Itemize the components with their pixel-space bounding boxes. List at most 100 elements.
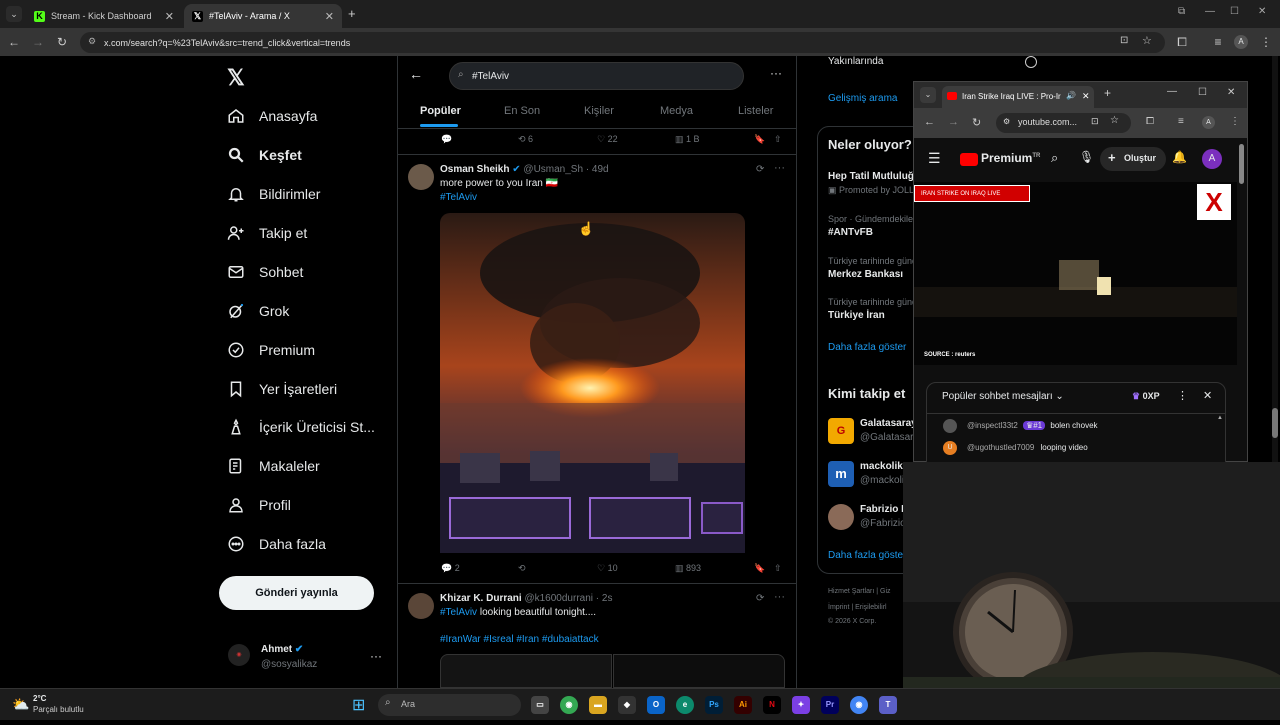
trend-name[interactable]: Hep Tatil Mutluluğ xyxy=(828,171,914,182)
task-view-icon[interactable]: ▭ xyxy=(531,696,549,714)
menu-icon[interactable]: ⋮ xyxy=(1230,116,1240,127)
xp-badge[interactable]: ♛ 0XP xyxy=(1132,391,1160,402)
back-icon[interactable]: ← xyxy=(924,116,935,128)
share-icon[interactable]: ⇧ xyxy=(774,134,782,145)
back-icon[interactable]: ← xyxy=(4,35,24,49)
account-name[interactable]: Ahmet ✔ xyxy=(261,644,303,655)
chrome-icon[interactable]: ◉ xyxy=(560,696,578,714)
create-button[interactable]: + Oluştur xyxy=(1100,147,1166,171)
location-radio[interactable] xyxy=(1025,56,1037,68)
views-action[interactable]: ▥ 893 xyxy=(675,563,701,574)
reading-list-icon[interactable]: ≡ xyxy=(1178,116,1184,127)
tweet-time[interactable]: · 49d xyxy=(586,164,609,175)
chat-more-icon[interactable]: ⋮ xyxy=(1177,389,1188,402)
footer-link[interactable]: İmprint | Erişilebilirl xyxy=(828,604,887,611)
reload-icon[interactable]: ↻ xyxy=(52,35,72,49)
premium-logo[interactable]: PremiumTR xyxy=(981,151,1040,165)
avatar[interactable] xyxy=(408,593,434,619)
new-tab-icon[interactable]: + xyxy=(1104,86,1111,100)
tab-search-icon[interactable]: ⌄ xyxy=(920,87,936,103)
install-icon[interactable]: ⊡ xyxy=(1091,116,1099,127)
tweet-media-left[interactable] xyxy=(440,654,612,688)
tweet-image[interactable] xyxy=(440,213,745,553)
chat-scroll-up-icon[interactable]: ▲ xyxy=(1217,415,1223,421)
nav-item-home[interactable]: Anasayfa xyxy=(227,103,317,129)
nav-item-follow[interactable]: Takip et xyxy=(227,220,307,246)
search-input[interactable]: ⌕ #TelAviv xyxy=(449,62,744,90)
close-icon[interactable]: ✕ xyxy=(165,10,174,23)
tab-lists[interactable]: Listeler xyxy=(738,105,773,117)
nav-item-grok[interactable]: Grok xyxy=(227,298,289,324)
mackolik-avatar[interactable]: m xyxy=(828,461,854,487)
extensions-icon[interactable]: ⧠ xyxy=(1146,116,1154,127)
hashtag-link[interactable]: #TelAviv xyxy=(440,192,477,203)
illustrator-icon[interactable]: Ai xyxy=(734,696,752,714)
like-action[interactable]: ♡ 10 xyxy=(597,563,618,574)
forward-icon[interactable]: → xyxy=(948,116,959,128)
hashtag-links[interactable]: #IranWar #Isreal #Iran #dubaiattack xyxy=(440,634,599,645)
menu-icon[interactable]: ⋮ xyxy=(1256,35,1276,49)
trend-name[interactable]: Türkiye İran xyxy=(828,310,885,321)
close-icon[interactable]: ✕ xyxy=(325,10,334,23)
x-logo-icon[interactable]: 𝕏 xyxy=(227,65,245,91)
nav-item-profile[interactable]: Profil xyxy=(227,492,291,518)
search-icon[interactable]: ⌕ xyxy=(1051,150,1058,166)
youtube-logo-icon[interactable] xyxy=(960,153,978,166)
minimize-icon[interactable]: — xyxy=(1205,6,1215,17)
trend-name[interactable]: Merkez Bankası xyxy=(828,269,903,280)
chat-user[interactable]: @inspectl33t2 xyxy=(967,421,1018,430)
grok-explain-icon[interactable]: ⟳ xyxy=(756,164,764,175)
share-icon[interactable]: ⇧ xyxy=(774,563,782,574)
footer-link[interactable]: Hizmet Şartları | Giz xyxy=(828,588,891,595)
edge-icon[interactable]: e xyxy=(676,696,694,714)
galatasaray-avatar[interactable]: G xyxy=(828,418,854,444)
tab-kick-dashboard[interactable]: K Stream - Kick Dashboard ✕ xyxy=(26,4,182,28)
chat-user[interactable]: @ugothustled7009 xyxy=(967,443,1034,452)
tab-popular[interactable]: Popüler xyxy=(420,105,461,117)
bookmark-star-icon[interactable]: ☆ xyxy=(1110,115,1119,126)
close-window-icon[interactable]: ✕ xyxy=(1227,87,1235,98)
chrome-active-icon[interactable]: ◉ xyxy=(850,696,868,714)
forward-icon[interactable]: → xyxy=(28,35,48,49)
yt-address-bar[interactable]: ⚙ youtube.com... ⊡ ☆ xyxy=(996,113,1131,133)
site-info-icon[interactable]: ⚙ xyxy=(88,36,96,47)
show-more-link[interactable]: Daha fazla göste xyxy=(828,550,903,561)
tweet-time[interactable]: · 2s xyxy=(596,593,613,604)
window-restore-icon[interactable]: ⧉ xyxy=(1178,6,1185,17)
reply-icon[interactable]: 💬 xyxy=(441,134,452,145)
author-handle[interactable]: @k1600durrani xyxy=(524,593,593,604)
follow-name[interactable]: Galatasaray xyxy=(860,418,917,429)
bookmark-icon[interactable]: 🔖 xyxy=(754,563,765,574)
profile-avatar[interactable]: A xyxy=(1202,116,1215,129)
microphone-icon[interactable]: 🎙 xyxy=(1079,150,1094,164)
nav-item-bookmarks[interactable]: Yer İşaretleri xyxy=(227,376,337,402)
author-handle[interactable]: @Usman_Sh xyxy=(523,164,583,175)
tweet-media-right[interactable] xyxy=(613,654,785,688)
retweet-icon[interactable]: ⟲ xyxy=(518,563,526,574)
yt-avatar[interactable]: A xyxy=(1202,149,1222,169)
reply-action[interactable]: 💬 2 xyxy=(441,563,460,574)
tab-people[interactable]: Kişiler xyxy=(584,105,614,117)
close-chat-icon[interactable]: ✕ xyxy=(1203,389,1212,402)
profile-avatar[interactable]: A xyxy=(1234,35,1248,49)
taskbar-search[interactable]: ⌕ Ara xyxy=(378,694,521,716)
yt-tab[interactable]: Iran Strike Iraq LIVE : Pro-Ir 🔊 ✕ xyxy=(942,86,1094,108)
outlook-icon[interactable]: O xyxy=(647,696,665,714)
trend-name[interactable]: #ANTvFB xyxy=(828,227,873,238)
notifications-icon[interactable]: 🔔 xyxy=(1172,150,1187,164)
post-button[interactable]: Gönderi yayınla xyxy=(219,576,374,610)
premiere-icon[interactable]: Pr xyxy=(821,696,839,714)
speaker-icon[interactable]: 🔊 xyxy=(1066,91,1076,100)
grok-explain-icon[interactable]: ⟳ xyxy=(756,593,764,604)
tweet-more-icon[interactable]: ··· xyxy=(774,591,785,603)
netflix-icon[interactable]: N xyxy=(763,696,781,714)
retweet-action[interactable]: ⟲ 6 xyxy=(518,134,533,145)
close-icon[interactable]: ✕ xyxy=(1082,91,1090,102)
minimize-icon[interactable]: — xyxy=(1167,86,1177,97)
hashtag-link[interactable]: #TelAviv xyxy=(440,607,477,618)
weather-icon[interactable]: ⛅ xyxy=(12,696,29,713)
start-icon[interactable]: ⊞ xyxy=(352,695,365,715)
like-action[interactable]: ♡ 22 xyxy=(597,134,618,145)
weather-temp[interactable]: 2°C xyxy=(33,694,46,703)
nav-item-premium[interactable]: Premium xyxy=(227,337,315,363)
